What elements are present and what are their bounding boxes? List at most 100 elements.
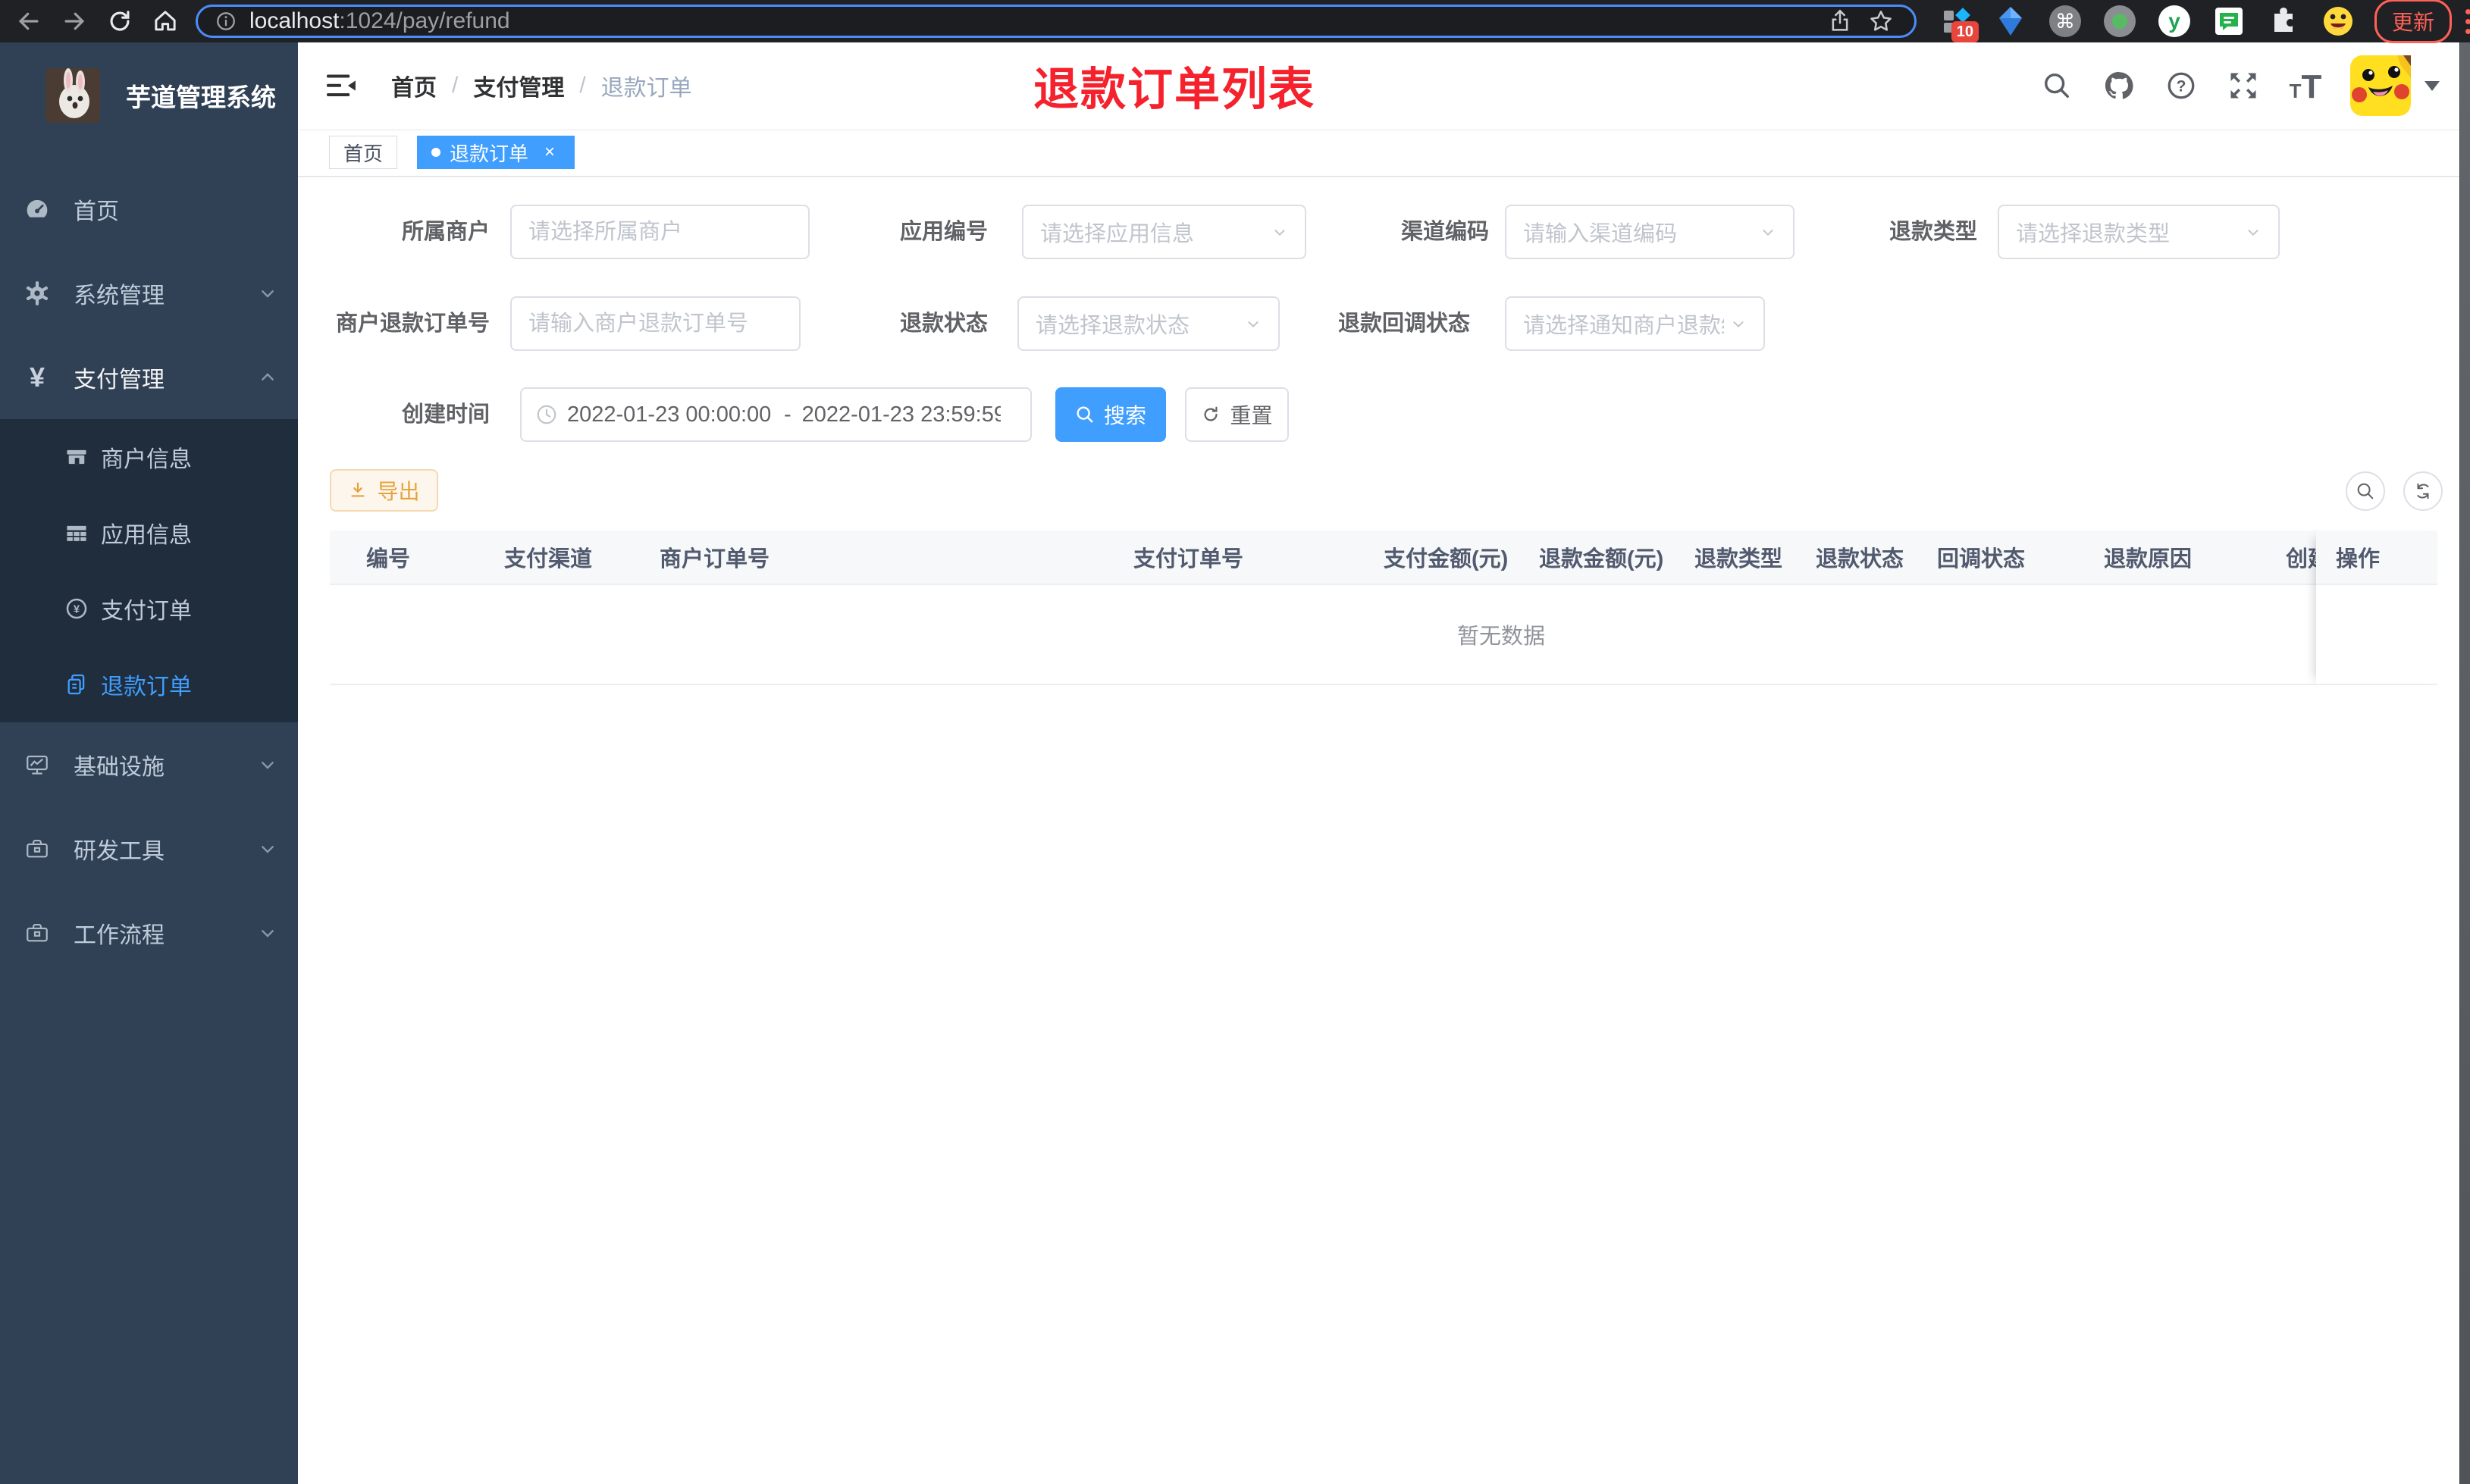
breadcrumb-pay[interactable]: 支付管理 [473,69,564,102]
star-icon [1870,11,1892,31]
bookmark-star-button[interactable] [1864,5,1898,38]
header-search-button[interactable] [2039,68,2074,103]
info-icon [217,12,235,30]
show-search-toggle-button[interactable] [2346,471,2385,511]
reset-button[interactable]: 重置 [1185,387,1289,442]
help-button[interactable]: ? [2164,68,2199,103]
monitor-chart-icon [24,752,50,778]
refresh-table-button[interactable] [2403,471,2443,511]
sidebar: 芋道管理系统 首页 系统管理 ¥ 支付管理 商户信息 应用信息 ¥ 支付订单 退… [0,42,298,1484]
merchant-input-field[interactable] [528,219,791,245]
github-link[interactable] [2102,68,2136,103]
select-caret-icon [1245,315,1262,332]
merchant-refund-no-input[interactable] [510,296,801,351]
merchant-input[interactable] [510,205,810,259]
breadcrumb-separator: / [452,73,459,98]
avatar [2350,55,2411,116]
sidebar-item-pay[interactable]: ¥ 支付管理 [0,335,298,419]
rabbit-logo-image [45,68,100,123]
col-header-refund-type: 退款类型 [1694,547,1783,571]
url-host: localhost [249,8,340,33]
browser-forward-button[interactable] [58,5,91,38]
browser-update-button[interactable]: 更新 [2374,0,2453,43]
browser-reload-button[interactable] [103,5,136,38]
filter-row-2: 商户退款订单号 退款状态 请选择退款状态 退款回调状态 请选择通知商户退款结果的 [298,296,2470,352]
sidebar-item-merchant-info[interactable]: 商户信息 [0,419,298,495]
sidebar-item-refund-order[interactable]: 退款订单 [0,647,298,722]
chevron-down-icon [259,756,277,774]
browser-back-button[interactable] [12,5,45,38]
date-range-picker[interactable]: 2022-01-23 00:00:00 - 2022-01-23 23:59:5… [520,387,1032,442]
table-header-row: 编号 支付渠道 商户订单号 支付订单号 支付金额(元) 退款金额(元) 退款类型… [330,531,2437,585]
pay-submenu: 商户信息 应用信息 ¥ 支付订单 退款订单 [0,419,298,722]
dashboard-icon [24,196,50,222]
user-menu[interactable] [2350,55,2440,116]
extension-y-app[interactable]: y [2158,5,2191,38]
refund-type-select[interactable]: 请选择退款类型 [1998,205,2280,259]
command-icon: ⌘ [2049,5,2081,37]
sidebar-item-home[interactable]: 首页 [0,167,298,251]
col-header-action: 操作 [2316,531,2437,585]
sidebar-item-pay-order[interactable]: ¥ 支付订单 [0,571,298,647]
browser-toolbar: localhost:1024/pay/refund 10 ⌘ y 更新 [0,0,2470,43]
col-header-pay-amount: 支付金额(元) [1384,547,1509,571]
tags-view-bar: 首页 退款订单 × [298,129,2470,177]
window-scrollbar[interactable] [2459,42,2470,1484]
extension-puzzle[interactable] [2267,5,2300,38]
col-header-id: 编号 [366,547,411,571]
main-area: 首页 / 支付管理 / 退款订单 退款订单列表 ? T T 首页 退款订单 × … [298,42,2470,1484]
reload-icon [110,11,130,31]
gear-icon [24,280,50,306]
extension-command[interactable]: ⌘ [2048,5,2082,38]
tab-close-icon[interactable]: × [539,142,560,163]
app-title: 芋道管理系统 [126,83,276,111]
breadcrumb-home[interactable]: 首页 [391,69,437,102]
top-navbar: 首页 / 支付管理 / 退款订单 退款订单列表 ? T T [298,42,2470,129]
date-end-value: 2022-01-23 23:59:59 [801,402,1001,427]
extension-kite[interactable] [1994,5,2027,38]
browser-home-button[interactable] [149,5,182,38]
extension-devtools[interactable]: 10 [1939,5,1979,42]
sidebar-item-infra[interactable]: 基础设施 [0,722,298,806]
col-header-callback-status: 回调状态 [1937,547,2026,571]
sidebar-item-app-info[interactable]: 应用信息 [0,495,298,571]
chat-icon [2215,8,2243,35]
extension-emoji[interactable] [2321,5,2355,38]
address-bar[interactable]: localhost:1024/pay/refund [196,5,1917,38]
channel-select[interactable]: 请输入渠道编码 [1505,205,1795,259]
font-size-button[interactable]: TT [2288,68,2323,105]
export-button[interactable]: 导出 [330,469,438,512]
search-icon [1077,406,1093,423]
sidebar-item-devtool[interactable]: 研发工具 [0,806,298,891]
share-button[interactable] [1823,5,1857,38]
svg-text:¥: ¥ [74,604,80,616]
sidebar-item-workflow[interactable]: 工作流程 [0,891,298,975]
shop-icon [64,445,89,469]
browser-menu-button[interactable] [2465,8,2470,34]
search-button[interactable]: 搜索 [1055,387,1166,442]
tab-refund-order[interactable]: 退款订单 × [417,136,575,169]
download-icon [351,482,365,497]
notify-status-select[interactable]: 请选择通知商户退款结果的 [1505,296,1765,351]
app-select[interactable]: 请选择应用信息 [1022,205,1306,259]
col-header-pay-order-no: 支付订单号 [1133,547,1244,571]
empty-data-text: 暂无数据 [1456,625,1546,649]
refund-status-select[interactable]: 请选择退款状态 [1017,296,1280,351]
tab-home[interactable]: 首页 [329,136,398,169]
page-title-annotation: 退款订单列表 [1033,64,1315,115]
refresh-icon [2417,483,2429,499]
extension-recorder[interactable] [2103,5,2136,38]
sidebar-item-system[interactable]: 系统管理 [0,251,298,335]
filter-row-3: 创建时间 2022-01-23 00:00:00 - 2022-01-23 23… [298,387,2470,443]
chevron-up-icon [259,368,277,387]
breadcrumb-separator: / [579,73,586,98]
chevron-down-icon [259,284,277,302]
app-logo[interactable]: 芋道管理系统 [0,42,298,123]
extension-chat[interactable] [2212,5,2246,38]
green-dot-icon [2104,5,2136,37]
fullscreen-button[interactable] [2226,68,2261,103]
merchant-refund-no-field[interactable] [528,311,782,337]
svg-text:?: ? [2177,78,2186,95]
home-icon [155,11,176,31]
sidebar-collapse-button[interactable] [323,69,359,102]
